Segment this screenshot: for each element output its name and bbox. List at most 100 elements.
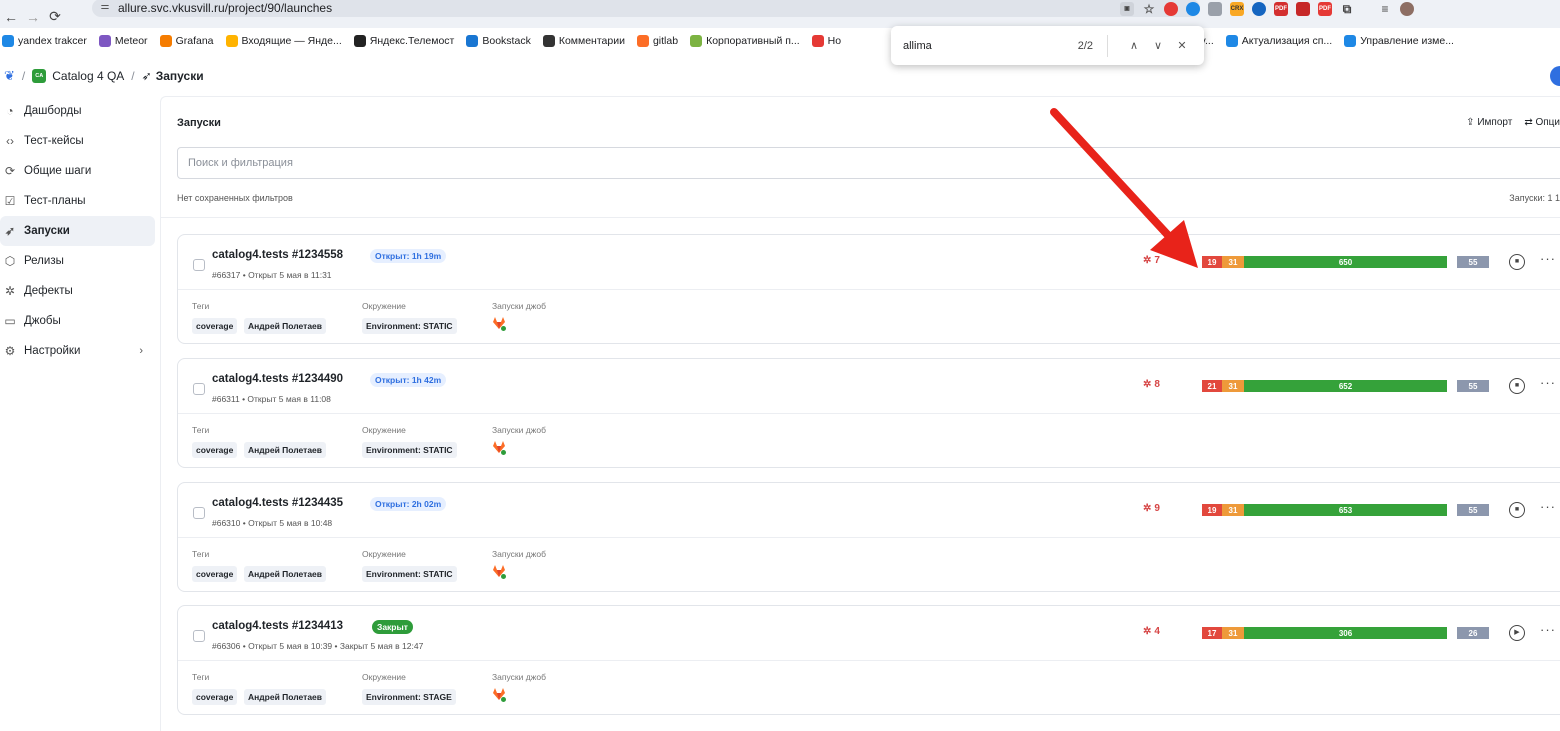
bar-segment-passed[interactable]: 653 (1244, 504, 1447, 516)
find-close-icon[interactable]: ✕ (1172, 39, 1192, 52)
bar-segment-broken[interactable]: 31 (1222, 504, 1244, 516)
extension-timer-icon[interactable] (1186, 2, 1200, 16)
sidebar-item[interactable]: ‹› Тест-кейсы (0, 126, 155, 156)
tag-chip[interactable]: Андрей Полетаев (244, 442, 327, 458)
stop-icon[interactable]: ■ (1509, 254, 1525, 270)
bar-segment-broken[interactable]: 31 (1222, 256, 1244, 268)
gitlab-job-icon[interactable] (492, 688, 506, 702)
bar-segment-failed[interactable]: 19 (1202, 504, 1222, 516)
bookmark-item[interactable]: Но (811, 35, 841, 47)
sidebar-item[interactable]: ⚙ Настройки › (0, 336, 155, 366)
launch-card[interactable]: catalog4.tests #1234490 Открыт: 1h 42m #66… (177, 358, 1560, 468)
reload-icon[interactable]: ⟳ (44, 8, 66, 25)
find-previous-icon[interactable]: ∧ (1124, 39, 1144, 52)
back-icon[interactable]: ← (0, 9, 22, 25)
bookmark-item[interactable]: Входящие — Янде... (225, 35, 342, 47)
launch-card[interactable]: catalog4.tests #1234413 Закрыт #66306 • От… (177, 605, 1560, 715)
bookmark-item[interactable]: gitlab (636, 35, 678, 47)
bar-segment-passed[interactable]: 306 (1244, 627, 1447, 639)
extension-pdf-icon[interactable]: PDF (1274, 2, 1288, 16)
site-settings-icon[interactable]: ⚌ (98, 1, 112, 15)
bookmark-item[interactable]: Meteor (98, 35, 148, 47)
gitlab-job-icon[interactable] (492, 441, 506, 455)
launch-checkbox[interactable] (193, 507, 205, 519)
sidebar-item[interactable]: ◔ Дашборды (0, 96, 155, 126)
more-options-icon[interactable]: ··· (1540, 375, 1556, 390)
forward-icon[interactable]: → (22, 9, 44, 25)
launch-checkbox[interactable] (193, 383, 205, 395)
tag-chip[interactable]: Андрей Полетаев (244, 566, 327, 582)
sidebar-item[interactable]: ➶ Запуски (0, 216, 155, 246)
allure-logo-icon[interactable]: ❦ (4, 68, 15, 84)
launch-card[interactable]: catalog4.tests #1234435 Открыт: 2h 02m #66… (177, 482, 1560, 592)
results-bar[interactable]: 19 31 650 55 (1202, 256, 1489, 268)
bar-segment-skipped[interactable]: 26 (1457, 627, 1489, 639)
bookmark-item[interactable]: Bookstack (466, 35, 531, 47)
extensions-puzzle-icon[interactable]: ⧉ (1340, 2, 1354, 16)
bookmark-item[interactable]: Grafana (159, 35, 214, 47)
extension-crx-icon[interactable]: CRX (1230, 2, 1244, 16)
sidebar-item[interactable]: ☑ Тест-планы (0, 186, 155, 216)
bar-segment-broken[interactable]: 31 (1222, 380, 1244, 392)
results-bar[interactable]: 19 31 653 55 (1202, 504, 1489, 516)
launch-name[interactable]: catalog4.tests #1234413 (212, 620, 343, 632)
tag-chip[interactable]: coverage (192, 318, 238, 334)
bar-segment-failed[interactable]: 19 (1202, 256, 1222, 268)
more-options-icon[interactable]: ··· (1540, 622, 1556, 637)
options-button[interactable]: ⇄ Опци (1524, 117, 1560, 128)
bookmark-item[interactable]: Комментарии (542, 35, 625, 47)
defects-counter[interactable]: ✲ 7 (1143, 255, 1160, 266)
import-button[interactable]: ⇪ Импорт (1466, 117, 1512, 128)
extension-pdf2-icon[interactable]: PDF (1318, 2, 1332, 16)
find-next-icon[interactable]: ∨ (1148, 39, 1168, 52)
media-icon[interactable]: ≡ (1378, 2, 1392, 16)
more-options-icon[interactable]: ··· (1540, 499, 1556, 514)
extension-lock-icon[interactable] (1164, 2, 1178, 16)
stop-icon[interactable]: ■ (1509, 502, 1525, 518)
defects-counter[interactable]: ✲ 9 (1143, 503, 1160, 514)
launch-name[interactable]: catalog4.tests #1234558 (212, 249, 343, 261)
more-options-icon[interactable]: ··· (1540, 251, 1556, 266)
bar-segment-passed[interactable]: 652 (1244, 380, 1447, 392)
bookmark-item[interactable]: Яндекс.Телемост (353, 35, 454, 47)
tag-chip[interactable]: Андрей Полетаев (244, 689, 327, 705)
address-bar[interactable]: ⚌ allure.svc.vkusvill.ru/project/90/laun… (92, 0, 1200, 17)
launch-checkbox[interactable] (193, 259, 205, 271)
gitlab-job-icon[interactable] (492, 565, 506, 579)
find-input[interactable]: allima (903, 40, 1078, 52)
bar-segment-failed[interactable]: 17 (1202, 627, 1222, 639)
profile-avatar-icon[interactable] (1400, 2, 1414, 16)
bar-segment-failed[interactable]: 21 (1202, 380, 1222, 392)
environment-chip[interactable]: Environment: STAGE (362, 689, 456, 705)
tag-chip[interactable]: coverage (192, 442, 238, 458)
bar-segment-skipped[interactable]: 55 (1457, 504, 1489, 516)
environment-chip[interactable]: Environment: STATIC (362, 442, 457, 458)
launch-name[interactable]: catalog4.tests #1234435 (212, 497, 343, 509)
search-input[interactable] (177, 147, 1560, 179)
bar-segment-skipped[interactable]: 55 (1457, 256, 1489, 268)
extension-video-icon[interactable] (1296, 2, 1310, 16)
defects-counter[interactable]: ✲ 4 (1143, 626, 1160, 637)
results-bar[interactable]: 17 31 306 26 (1202, 627, 1489, 639)
bookmark-item[interactable]: Корпоративный п... (690, 35, 800, 47)
results-bar[interactable]: 21 31 652 55 (1202, 380, 1489, 392)
sidebar-item[interactable]: ⟳ Общие шаги (0, 156, 155, 186)
environment-chip[interactable]: Environment: STATIC (362, 566, 457, 582)
extension-shield-icon[interactable] (1208, 2, 1222, 16)
stop-icon[interactable]: ■ (1509, 378, 1525, 394)
bar-segment-broken[interactable]: 31 (1222, 627, 1244, 639)
defects-counter[interactable]: ✲ 8 (1143, 379, 1160, 390)
bookmark-star-icon[interactable]: ☆ (1142, 2, 1156, 16)
tag-chip[interactable]: Андрей Полетаев (244, 318, 327, 334)
sidebar-item[interactable]: ⬡ Релизы (0, 246, 155, 276)
sidebar-item[interactable]: ▭ Джобы (0, 306, 155, 336)
gitlab-job-icon[interactable] (492, 317, 506, 331)
tag-chip[interactable]: coverage (192, 566, 238, 582)
breadcrumb-project[interactable]: Catalog 4 QA (52, 69, 124, 83)
launch-checkbox[interactable] (193, 630, 205, 642)
bookmark-item[interactable]: Актуализация сп... (1225, 35, 1332, 47)
sidebar-item[interactable]: ✲ Дефекты (0, 276, 155, 306)
bookmark-item[interactable]: yandex trakcer (2, 35, 87, 47)
reader-icon[interactable]: ▣ (1120, 2, 1134, 16)
bar-segment-skipped[interactable]: 55 (1457, 380, 1489, 392)
